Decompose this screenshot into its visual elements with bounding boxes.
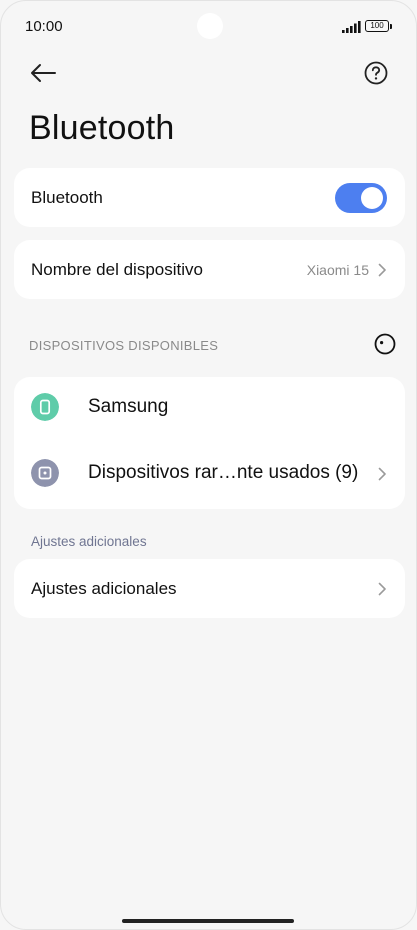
phone-icon [31, 393, 59, 421]
available-devices-card: Samsung Dispositivos rar…nte usados (9) [14, 377, 405, 509]
signal-icon [342, 21, 361, 33]
device-row-rarely-used[interactable]: Dispositivos rar…nte usados (9) [14, 443, 405, 505]
device-icon [31, 459, 59, 487]
bluetooth-toggle[interactable] [335, 183, 387, 213]
camera-cutout [197, 13, 223, 39]
device-row-samsung[interactable]: Samsung [14, 377, 405, 439]
available-devices-header: DISPOSITIVOS DISPONIBLES [29, 338, 219, 353]
battery-tip [389, 23, 392, 29]
home-indicator[interactable] [122, 919, 294, 923]
status-time: 10:00 [25, 18, 63, 35]
additional-settings-header: Ajustes adicionales [31, 534, 147, 549]
device-label-samsung: Samsung [88, 396, 169, 417]
help-circle-icon [364, 61, 388, 85]
status-bar: 10:00 100 [1, 1, 416, 51]
device-name-row[interactable]: Nombre del dispositivo Xiaomi 15 [14, 240, 405, 299]
chevron-right-icon [378, 467, 386, 481]
device-name-card: Nombre del dispositivo Xiaomi 15 [14, 240, 405, 299]
bluetooth-card: Bluetooth [14, 168, 405, 227]
scan-refresh-icon[interactable] [373, 332, 397, 356]
device-name-label: Nombre del dispositivo [31, 259, 203, 279]
device-label-rarely-used: Dispositivos rar…nte usados (9) [88, 462, 359, 483]
additional-settings-row[interactable]: Ajustes adicionales [14, 559, 405, 618]
chevron-right-icon [378, 263, 386, 276]
additional-settings-card: Ajustes adicionales [14, 559, 405, 618]
battery-icon: 100 [365, 20, 393, 32]
bluetooth-label: Bluetooth [31, 187, 103, 207]
battery-level: 100 [365, 20, 389, 32]
page-title: Bluetooth [29, 109, 175, 147]
device-name-value: Xiaomi 15 [306, 261, 369, 278]
chevron-right-icon [378, 582, 386, 595]
phone-screen: 10:00 100 Bluetooth Bluetooth Nombre del… [0, 0, 417, 930]
bluetooth-row[interactable]: Bluetooth [14, 168, 405, 227]
help-button[interactable] [362, 59, 390, 87]
back-button[interactable] [27, 57, 59, 89]
additional-settings-label: Ajustes adicionales [31, 578, 177, 598]
toggle-knob [361, 187, 383, 209]
arrow-left-icon [31, 64, 56, 82]
